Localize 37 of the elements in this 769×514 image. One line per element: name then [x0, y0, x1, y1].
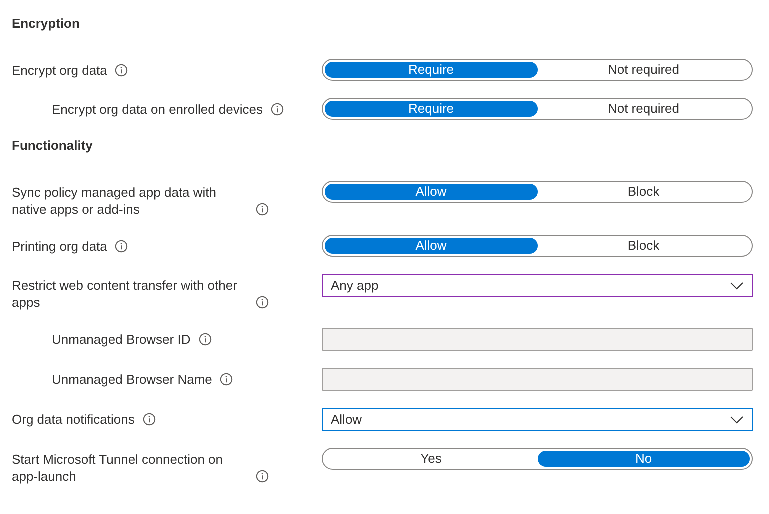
chevron-down-icon [730, 416, 744, 424]
info-icon[interactable] [115, 240, 128, 253]
toggle-option[interactable]: Allow [325, 238, 538, 254]
setting-label: Sync policy managed app data with native apps or add-ins [12, 184, 218, 218]
setting-label: Unmanaged Browser Name [52, 371, 212, 388]
setting-label: Unmanaged Browser ID [52, 331, 191, 348]
dropdown[interactable]: Allow [322, 408, 753, 431]
segmented-toggle[interactable]: Require Not required [322, 59, 753, 81]
setting-label: Printing org data [12, 238, 108, 255]
toggle-option[interactable]: Not required [538, 101, 750, 117]
segmented-toggle[interactable]: Allow Block [322, 181, 753, 203]
info-icon[interactable] [142, 413, 156, 426]
segmented-toggle[interactable]: Allow Block [322, 235, 753, 257]
toggle-option[interactable]: Require [325, 101, 538, 117]
info-icon[interactable] [256, 296, 269, 309]
toggle-option[interactable]: Not required [538, 62, 750, 78]
setting-label: Encrypt org data [12, 62, 108, 79]
toggle-option[interactable]: Require [325, 62, 538, 78]
section-heading: Encryption [12, 15, 81, 32]
info-icon[interactable] [271, 103, 284, 116]
info-icon[interactable] [115, 64, 128, 77]
toggle-option[interactable]: Yes [325, 451, 538, 467]
segmented-toggle[interactable]: Require Not required [322, 98, 753, 120]
setting-label: Encrypt org data on enrolled devices [52, 101, 264, 118]
setting-label: Restrict web content transfer with other apps [12, 277, 238, 311]
segmented-toggle[interactable]: Yes No [322, 448, 753, 470]
setting-label: Org data notifications [12, 411, 135, 428]
info-icon[interactable] [256, 470, 269, 483]
toggle-option[interactable]: Block [538, 184, 750, 200]
chevron-down-icon [730, 282, 744, 290]
toggle-option[interactable]: No [538, 451, 750, 467]
toggle-option[interactable]: Allow [325, 184, 538, 200]
dropdown[interactable]: Any app [322, 274, 753, 297]
setting-label: Start Microsoft Tunnel connection on app-launch [12, 451, 224, 485]
section-heading: Functionality [12, 137, 94, 154]
toggle-option[interactable]: Block [538, 238, 750, 254]
info-icon[interactable] [256, 203, 269, 216]
